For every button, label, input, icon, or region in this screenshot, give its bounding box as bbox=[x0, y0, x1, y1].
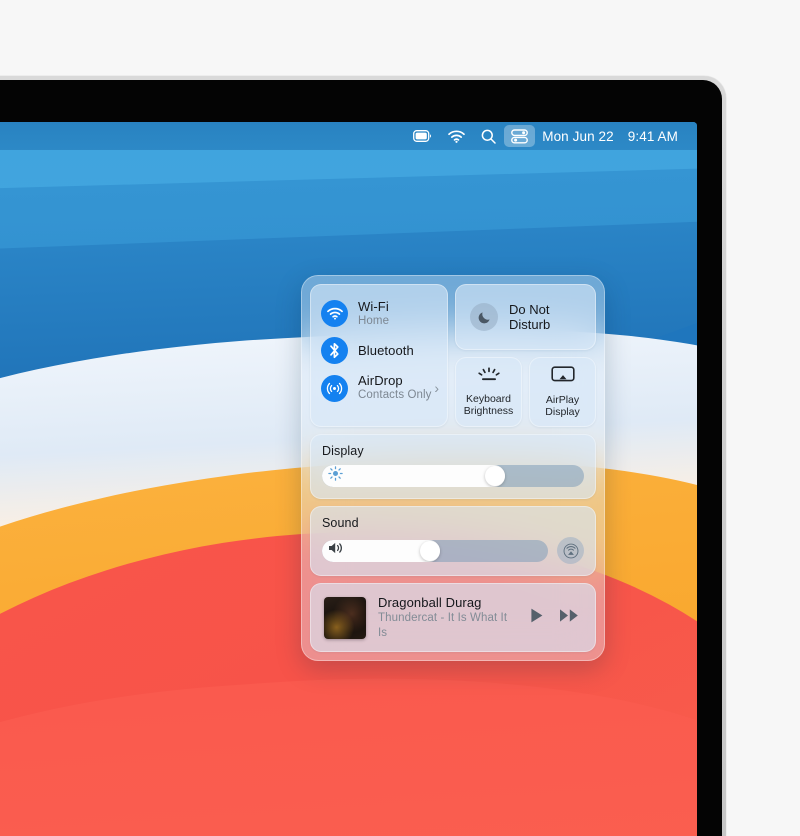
battery-icon[interactable] bbox=[405, 125, 440, 147]
control-center-right-column: Do Not Disturb Keyboard Brightness AirPl… bbox=[455, 284, 596, 427]
laptop-frame: Mon Jun 22 9:41 AM Wi-Fi Home Bluetooth … bbox=[0, 76, 726, 836]
airplay-display-label-line2: Display bbox=[545, 406, 580, 418]
bluetooth-toggle[interactable]: Bluetooth bbox=[311, 332, 447, 369]
wifi-network-name: Home bbox=[358, 314, 390, 327]
wifi-icon[interactable] bbox=[440, 125, 473, 147]
brightness-sun-icon bbox=[328, 466, 343, 486]
menu-bar-time: 9:41 AM bbox=[627, 128, 678, 144]
airdrop-label: AirDrop bbox=[358, 373, 403, 389]
menu-bar: Mon Jun 22 9:41 AM bbox=[0, 122, 697, 150]
spotlight-search-icon[interactable] bbox=[473, 125, 504, 147]
airdrop-toggle[interactable]: AirDrop Contacts Only › bbox=[311, 369, 447, 406]
display-label: Display bbox=[322, 444, 364, 458]
airplay-display-button[interactable]: AirPlay Display bbox=[529, 357, 596, 427]
chevron-right-icon[interactable]: › bbox=[434, 380, 439, 396]
wifi-label: Wi-Fi bbox=[358, 299, 389, 314]
display-slider-fill bbox=[322, 465, 506, 487]
airplay-display-label-line1: AirPlay bbox=[545, 393, 580, 406]
airplay-audio-icon[interactable] bbox=[557, 537, 584, 564]
keyboard-brightness-button[interactable]: Keyboard Brightness bbox=[455, 357, 522, 427]
desktop-screen: Mon Jun 22 9:41 AM Wi-Fi Home Bluetooth … bbox=[0, 122, 697, 836]
control-center-top-grid: Wi-Fi Home Bluetooth AirDrop Contacts On… bbox=[310, 284, 596, 427]
fast-forward-icon[interactable] bbox=[559, 607, 580, 629]
speaker-icon bbox=[328, 541, 345, 560]
do-not-disturb-button[interactable]: Do Not Disturb bbox=[455, 284, 596, 350]
keyboard-brightness-icon bbox=[476, 366, 502, 388]
wifi-icon bbox=[321, 300, 348, 328]
menu-bar-date: Mon Jun 22 bbox=[542, 128, 614, 144]
keyboard-brightness-label-line2: Brightness bbox=[463, 405, 514, 417]
bluetooth-icon bbox=[321, 337, 348, 365]
sound-label: Sound bbox=[322, 516, 359, 530]
keyboard-brightness-label-line1: Keyboard bbox=[466, 392, 511, 405]
sound-volume-slider[interactable] bbox=[322, 539, 548, 562]
album-artwork bbox=[324, 596, 366, 639]
control-center-panel: Wi-Fi Home Bluetooth AirDrop Contacts On… bbox=[301, 275, 605, 661]
wifi-toggle[interactable]: Wi-Fi Home bbox=[311, 295, 447, 332]
airplay-display-icon bbox=[550, 366, 575, 389]
now-playing-card[interactable]: Dragonball Durag Thundercat - It Is What… bbox=[310, 583, 596, 652]
sound-slider-thumb[interactable] bbox=[419, 540, 440, 561]
display-brightness-slider[interactable] bbox=[322, 465, 584, 487]
bluetooth-label: Bluetooth bbox=[358, 342, 414, 358]
screen-bezel: Mon Jun 22 9:41 AM Wi-Fi Home Bluetooth … bbox=[0, 80, 722, 836]
connectivity-card: Wi-Fi Home Bluetooth AirDrop Contacts On… bbox=[310, 284, 448, 427]
track-artist-album: Thundercat - It Is What It Is bbox=[378, 612, 508, 639]
control-center-icon[interactable] bbox=[504, 125, 536, 147]
tile-row: Keyboard Brightness AirPlay Display bbox=[455, 357, 596, 427]
track-title: Dragonball Durag bbox=[378, 595, 482, 610]
play-icon[interactable] bbox=[528, 607, 545, 629]
moon-icon bbox=[470, 303, 498, 331]
sound-slider-card: Sound bbox=[310, 506, 596, 576]
airdrop-icon bbox=[321, 374, 348, 402]
do-not-disturb-label-line1: Do Not bbox=[509, 301, 550, 317]
do-not-disturb-label-line2: Disturb bbox=[509, 317, 551, 332]
display-slider-card: Display bbox=[310, 434, 596, 499]
airdrop-mode: Contacts Only bbox=[358, 388, 432, 401]
